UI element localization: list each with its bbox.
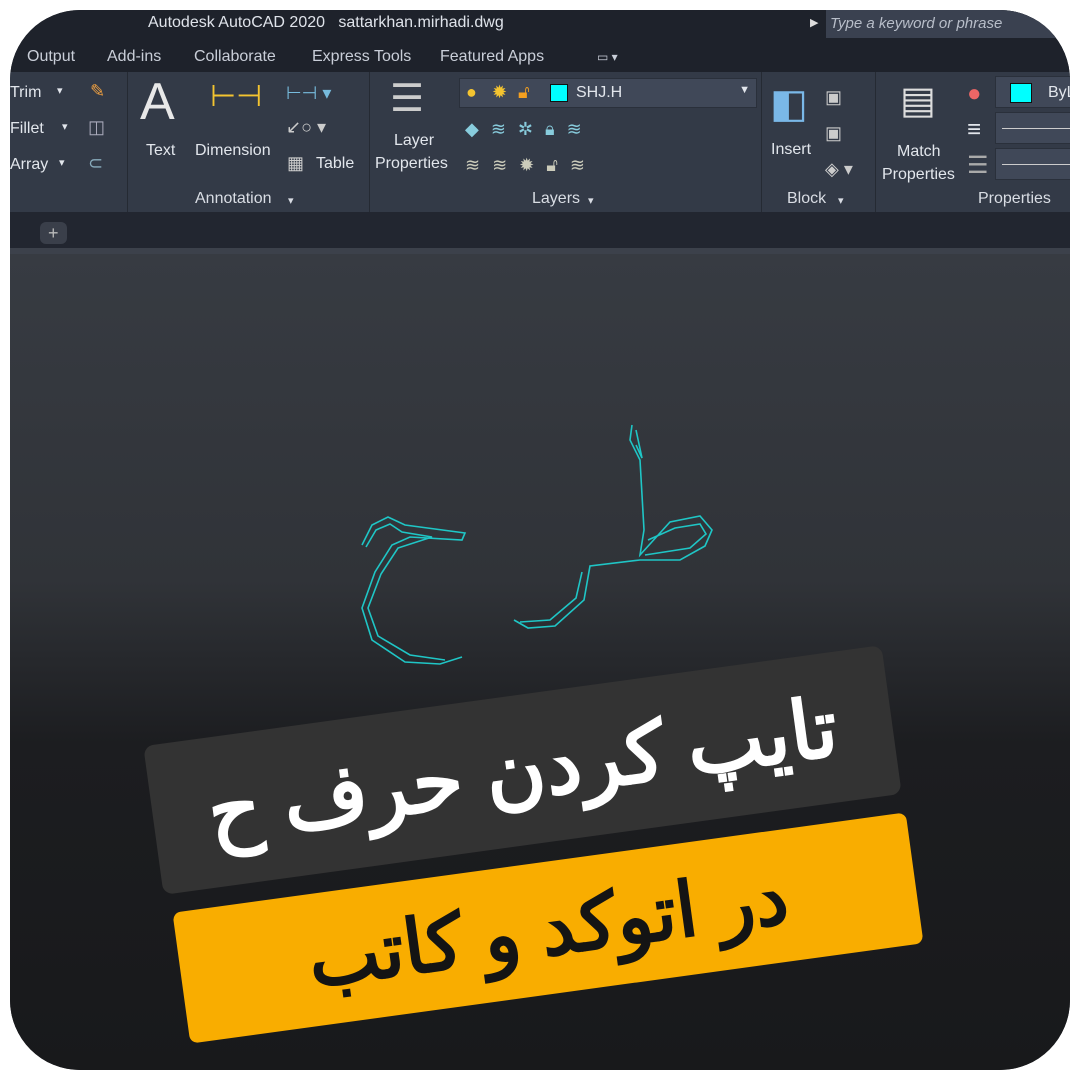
array-button[interactable]: Array [10, 156, 48, 174]
lineweight-dropdown[interactable] [995, 112, 1070, 144]
chevron-down-icon: ▼ [739, 84, 750, 96]
chevron-down-icon[interactable]: ▾ [62, 122, 68, 133]
insert-block-icon[interactable]: ◧ [770, 84, 808, 124]
insert-button[interactable]: Insert [771, 141, 811, 159]
search-input[interactable]: Type a keyword or phrase [826, 10, 1070, 38]
edit-block-icon[interactable]: ▣ [825, 124, 842, 142]
chevron-down-icon[interactable]: ▾ [59, 158, 65, 169]
expand-arrow-icon[interactable]: ▶ [810, 16, 818, 29]
linear-dim-icon[interactable]: ⊢⊣ ▾ [286, 84, 331, 102]
lightbulb-icon: ● [466, 82, 477, 102]
offset-icon[interactable]: ⊂ [88, 154, 103, 172]
leader-icon[interactable]: ↙○ ▾ [286, 118, 326, 136]
dimension-icon[interactable]: ⊢⊣ [210, 82, 262, 112]
tab-featured-apps[interactable]: Featured Apps [440, 48, 544, 66]
text-icon[interactable]: A [140, 76, 175, 128]
linetype-dropdown[interactable] [995, 148, 1070, 180]
layer-properties-label-1[interactable]: Layer [394, 132, 434, 150]
match-properties-label-1[interactable]: Match [897, 143, 941, 161]
chevron-down-icon[interactable]: ▾ [57, 86, 63, 97]
layer-dropdown[interactable]: ● ✹ 🔓︎ SHJ.H ▼ [459, 78, 757, 108]
linetype-icon[interactable]: ☰ [967, 154, 989, 178]
color-dropdown[interactable]: ByL [995, 76, 1070, 108]
layer-tools-row-2-icon[interactable]: ≋≋✹🔓︎≋ [465, 156, 597, 174]
tab-collaborate[interactable]: Collaborate [194, 48, 276, 66]
match-properties-label-2[interactable]: Properties [882, 166, 955, 184]
new-tab-plus-icon[interactable]: + [40, 222, 67, 244]
layer-color-swatch [550, 84, 568, 102]
lineweight-icon[interactable]: ≡ [967, 118, 981, 142]
match-properties-icon[interactable]: ▤ [900, 82, 936, 120]
layer-properties-icon[interactable]: ☰ [390, 80, 424, 118]
current-layer-name: SHJ.H [576, 84, 623, 101]
color-swatch [1010, 83, 1032, 103]
create-block-icon[interactable]: ▣ [825, 88, 842, 106]
window-title: Autodesk AutoCAD 2020 sattarkhan.mirhadi… [148, 14, 504, 31]
erase-icon[interactable]: ✎ [90, 82, 105, 100]
table-icon[interactable]: ▦ [287, 154, 304, 172]
text-button[interactable]: Text [146, 142, 175, 160]
block-attribute-icon[interactable]: ◈ ▾ [825, 160, 853, 178]
sun-icon: ✹ [492, 82, 508, 102]
haa-stroke [361, 516, 467, 665]
ribbon-tabs: Output Add-ins Collaborate Express Tools… [10, 40, 1070, 72]
unlock-icon: 🔓︎ [518, 82, 530, 102]
document-tabs: + [10, 212, 1070, 248]
block-panel-label[interactable]: Block [787, 190, 826, 208]
3d-box-icon[interactable]: ◫ [88, 118, 105, 136]
fillet-button[interactable]: Fillet [10, 120, 44, 138]
annotation-panel-label[interactable]: Annotation [195, 190, 272, 208]
tab-output[interactable]: Output [27, 48, 75, 66]
layer-properties-label-2[interactable]: Properties [375, 155, 448, 173]
trim-button[interactable]: Trim [10, 84, 41, 102]
layer-tools-row-1-icon[interactable]: ◆≋✲🔒︎≋ [465, 120, 594, 138]
ribbon-toggle-icon[interactable]: ▭ ▾ [597, 50, 618, 64]
title-bar: Autodesk AutoCAD 2020 sattarkhan.mirhadi… [10, 10, 1070, 40]
color-value: ByL [1048, 84, 1070, 101]
tab-add-ins[interactable]: Add-ins [107, 48, 161, 66]
layers-panel-label[interactable]: Layers [532, 190, 580, 208]
ribbon: Trim Fillet Array ▾ ▾ ▾ ✎ ◫ ⊂ A Text ⊢⊣ … [10, 72, 1070, 212]
properties-panel-label[interactable]: Properties [978, 190, 1051, 208]
haa-stroke-inner [365, 523, 446, 661]
tab-express-tools[interactable]: Express Tools [312, 48, 411, 66]
table-button[interactable]: Table [316, 155, 354, 173]
taa-stroke-inner [519, 429, 708, 623]
color-wheel-icon[interactable]: ● [967, 82, 982, 106]
dimension-button[interactable]: Dimension [195, 142, 271, 160]
